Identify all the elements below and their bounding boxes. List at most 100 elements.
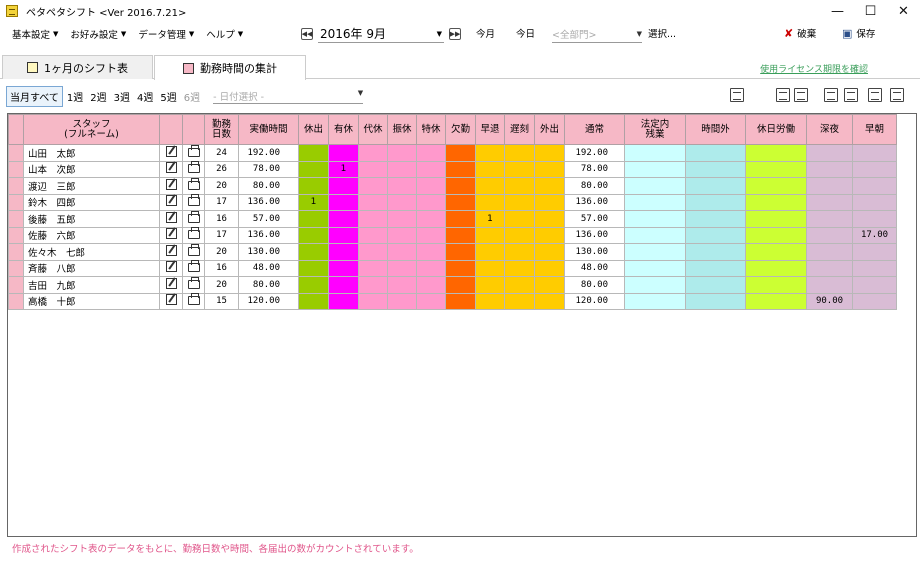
stamp-icon[interactable]	[730, 88, 744, 102]
sotai-cell[interactable]	[475, 144, 505, 162]
table-row[interactable]: 渡辺 三郎 20 80.00 80.00	[8, 177, 897, 195]
tokkyu-cell[interactable]	[416, 243, 446, 261]
kyushutsu-cell[interactable]	[298, 160, 329, 178]
table-row[interactable]: 山本 次郎 26 78.00 1 78.00	[8, 160, 897, 178]
actual-hours[interactable]: 192.00	[238, 144, 299, 162]
actual-hours[interactable]: 78.00	[238, 160, 299, 178]
edit-button[interactable]	[159, 226, 183, 244]
print-button[interactable]	[182, 243, 205, 261]
holiday-cell[interactable]	[745, 177, 807, 195]
daikyu-cell[interactable]	[358, 144, 388, 162]
sotai-cell[interactable]	[475, 276, 505, 294]
date-select[interactable]: - 日付選択 - ▼	[213, 89, 364, 104]
days-value[interactable]: 24	[204, 144, 239, 162]
kekkin-cell[interactable]	[445, 177, 476, 195]
daikyu-cell[interactable]	[358, 160, 388, 178]
days-value[interactable]: 20	[204, 276, 239, 294]
late-night-cell[interactable]	[806, 276, 853, 294]
early-morning-cell[interactable]	[852, 243, 897, 261]
sotai-cell[interactable]	[475, 259, 505, 277]
header-chikoku[interactable]: 遅刻	[504, 114, 535, 145]
overtime-cell[interactable]	[685, 193, 746, 211]
kekkin-cell[interactable]	[445, 210, 476, 228]
chikoku-cell[interactable]	[504, 226, 535, 244]
normal-hours[interactable]: 136.00	[564, 226, 625, 244]
print-button[interactable]	[182, 144, 205, 162]
legal-ot-cell[interactable]	[624, 144, 686, 162]
legal-ot-cell[interactable]	[624, 259, 686, 277]
print-button[interactable]	[182, 226, 205, 244]
gaishutsu-cell[interactable]	[534, 243, 565, 261]
this-month-button[interactable]: 今月	[476, 26, 495, 40]
days-value[interactable]: 26	[204, 160, 239, 178]
kyushutsu-cell[interactable]	[298, 144, 329, 162]
kekkin-cell[interactable]	[445, 259, 476, 277]
holiday-cell[interactable]	[745, 210, 807, 228]
daikyu-cell[interactable]	[358, 243, 388, 261]
menu-help[interactable]: ヘルプ ▼	[206, 27, 243, 41]
sotai-cell[interactable]	[475, 160, 505, 178]
maximize-icon[interactable]: ☐	[854, 0, 887, 22]
days-value[interactable]: 16	[204, 259, 239, 277]
furikyu-cell[interactable]	[387, 259, 417, 277]
discard-button[interactable]: ✘ 破棄	[784, 26, 816, 41]
tokkyu-cell[interactable]	[416, 177, 446, 195]
sotai-cell[interactable]	[475, 243, 505, 261]
menu-basic-settings[interactable]: 基本設定 ▼	[12, 27, 58, 41]
early-morning-cell[interactable]	[852, 160, 897, 178]
print-icon[interactable]	[868, 88, 882, 102]
yukyu-cell[interactable]: 1	[328, 160, 359, 178]
legal-ot-cell[interactable]	[624, 193, 686, 211]
staff-name[interactable]: 斉藤 八郎	[23, 259, 160, 277]
sotai-cell[interactable]	[475, 226, 505, 244]
today-button[interactable]: 今日	[516, 26, 535, 40]
holiday-cell[interactable]	[745, 276, 807, 294]
yukyu-cell[interactable]	[328, 276, 359, 294]
legal-ot-cell[interactable]	[624, 276, 686, 294]
next-month-icon[interactable]: ▶▶	[449, 28, 461, 40]
normal-hours[interactable]: 80.00	[564, 276, 625, 294]
yukyu-cell[interactable]	[328, 144, 359, 162]
gaishutsu-cell[interactable]	[534, 292, 565, 310]
table-row[interactable]: 吉田 九郎 20 80.00 80.00	[8, 276, 897, 294]
late-night-cell[interactable]	[806, 259, 853, 277]
header-actual[interactable]: 実働時間	[238, 114, 299, 145]
gaishutsu-cell[interactable]	[534, 177, 565, 195]
kyushutsu-cell[interactable]: 1	[298, 193, 329, 211]
table-row[interactable]: 佐藤 六郎 17 136.00 136.00 17.00	[8, 226, 897, 244]
late-night-cell[interactable]: 90.00	[806, 292, 853, 310]
gaishutsu-cell[interactable]	[534, 226, 565, 244]
early-morning-cell[interactable]	[852, 177, 897, 195]
late-night-cell[interactable]	[806, 226, 853, 244]
kekkin-cell[interactable]	[445, 160, 476, 178]
holiday-cell[interactable]	[745, 193, 807, 211]
early-morning-cell[interactable]	[852, 210, 897, 228]
actual-hours[interactable]: 136.00	[238, 226, 299, 244]
copy-icon[interactable]	[794, 88, 808, 102]
chikoku-cell[interactable]	[504, 160, 535, 178]
print-button[interactable]	[182, 292, 205, 310]
close-icon[interactable]: ✕	[887, 0, 920, 22]
header-early-morning[interactable]: 早朝	[852, 114, 897, 145]
late-night-cell[interactable]	[806, 177, 853, 195]
document-icon[interactable]	[844, 88, 858, 102]
print-button[interactable]	[182, 160, 205, 178]
tokkyu-cell[interactable]	[416, 276, 446, 294]
yukyu-cell[interactable]	[328, 243, 359, 261]
kekkin-cell[interactable]	[445, 292, 476, 310]
csv-icon[interactable]	[824, 88, 838, 102]
kyushutsu-cell[interactable]	[298, 243, 329, 261]
week-5-button[interactable]: 5週	[160, 89, 176, 104]
overtime-cell[interactable]	[685, 226, 746, 244]
normal-hours[interactable]: 80.00	[564, 177, 625, 195]
tab-hours-summary[interactable]: 勤務時間の集計	[154, 55, 306, 80]
week-6-button[interactable]: 6週	[184, 89, 200, 104]
print-button[interactable]	[182, 193, 205, 211]
staff-name[interactable]: 渡辺 三郎	[23, 177, 160, 195]
kyushutsu-cell[interactable]	[298, 292, 329, 310]
normal-hours[interactable]: 130.00	[564, 243, 625, 261]
early-morning-cell[interactable]	[852, 292, 897, 310]
week-4-button[interactable]: 4週	[137, 89, 153, 104]
chikoku-cell[interactable]	[504, 292, 535, 310]
header-sotai[interactable]: 早退	[475, 114, 505, 145]
